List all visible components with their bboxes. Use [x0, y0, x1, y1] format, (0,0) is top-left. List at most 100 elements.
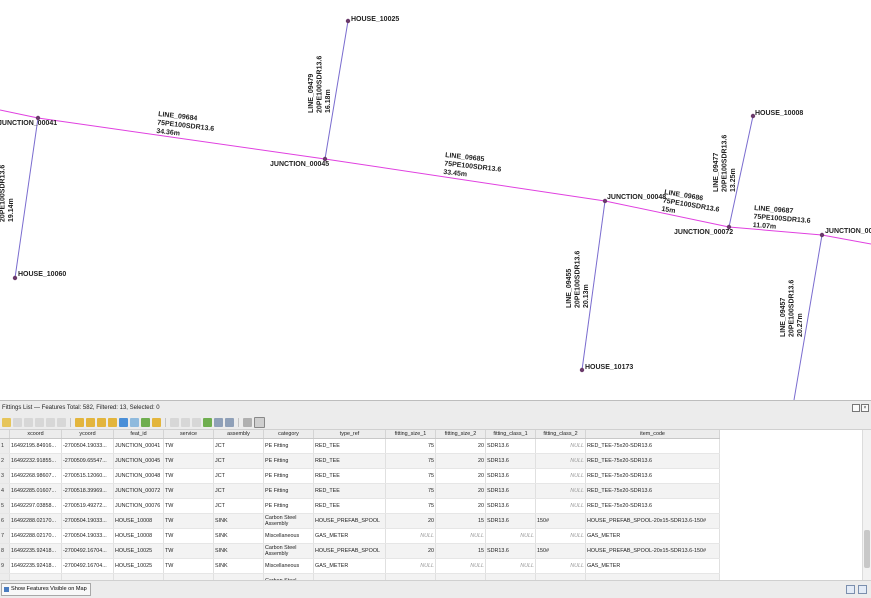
- table-cell[interactable]: Miscellaneous: [263, 528, 314, 544]
- table-cell[interactable]: 15: [435, 543, 486, 559]
- table-cell[interactable]: RED_TEE-75x20-SDR13.6: [585, 453, 720, 469]
- row-number[interactable]: 1: [0, 438, 10, 454]
- table-row[interactable]: 1 16492195.84916... -2700504.19033... JUNCT…: [0, 438, 720, 454]
- row-number[interactable]: 2: [0, 453, 10, 469]
- table-cell[interactable]: TW: [163, 513, 214, 529]
- float-panel-icon[interactable]: [852, 404, 860, 412]
- table-cell[interactable]: 75: [385, 483, 436, 499]
- table-cell[interactable]: GAS_METER: [585, 558, 720, 574]
- table-cell[interactable]: TW: [163, 468, 214, 484]
- table-cell[interactable]: JCT: [213, 438, 264, 454]
- table-cell[interactable]: 16492297.03858...: [9, 498, 62, 514]
- table-cell[interactable]: Carbon Steel Assembly: [263, 543, 314, 559]
- table-cell[interactable]: TW: [163, 483, 214, 499]
- table-cell[interactable]: -2700515.12060...: [61, 468, 114, 484]
- table-cell[interactable]: RED_TEE-75x20-SDR13.6: [585, 483, 720, 499]
- table-row[interactable]: 9 16492235.92418... -2700492.16704... HOUSE…: [0, 558, 720, 574]
- table-cell[interactable]: GAS_METER: [313, 528, 386, 544]
- table-cell[interactable]: PE Fitting: [263, 438, 314, 454]
- table-cell[interactable]: 150#: [535, 543, 586, 559]
- table-cell[interactable]: HOUSE_10025: [113, 543, 164, 559]
- table-cell[interactable]: TW: [163, 558, 214, 574]
- row-number[interactable]: 6: [0, 513, 10, 529]
- table-cell[interactable]: NULL: [385, 558, 436, 574]
- table-cell[interactable]: -2700504.19033...: [61, 438, 114, 454]
- column-header[interactable]: assembly: [213, 430, 264, 439]
- table-cell[interactable]: 20: [435, 453, 486, 469]
- new-field-icon[interactable]: [192, 418, 201, 427]
- table-cell[interactable]: RED_TEE: [313, 483, 386, 499]
- deselect-all-icon[interactable]: [108, 418, 117, 427]
- field-calculator-icon[interactable]: [214, 418, 223, 427]
- table-cell[interactable]: PE Fitting: [263, 483, 314, 499]
- table-cell[interactable]: JUNCTION_00045: [113, 453, 164, 469]
- row-number[interactable]: 3: [0, 468, 10, 484]
- table-cell[interactable]: 16492288.02170...: [9, 513, 62, 529]
- table-cell[interactable]: TW: [163, 528, 214, 544]
- scrollbar-thumb[interactable]: [864, 530, 870, 568]
- table-cell[interactable]: SINK: [213, 513, 264, 529]
- save-edits-icon[interactable]: [24, 418, 33, 427]
- table-cell[interactable]: 16492195.84916...: [9, 438, 62, 454]
- column-header[interactable]: fitting_class_1: [485, 430, 536, 439]
- table-cell[interactable]: HOUSE_10008: [113, 528, 164, 544]
- table-row[interactable]: 5 16492297.03858... -2700519.49272... JUNCT…: [0, 498, 720, 514]
- table-cell[interactable]: RED_TEE-75x20-SDR13.6: [585, 498, 720, 514]
- table-cell[interactable]: 75: [385, 438, 436, 454]
- paste-rows-icon[interactable]: [181, 418, 190, 427]
- table-cell[interactable]: RED_TEE: [313, 453, 386, 469]
- table-cell[interactable]: Miscellaneous: [263, 558, 314, 574]
- table-cell[interactable]: SDR13.6: [485, 543, 536, 559]
- table-cell[interactable]: NULL: [535, 468, 586, 484]
- table-cell[interactable]: SINK: [213, 558, 264, 574]
- table-cell[interactable]: 16492285.01607...: [9, 483, 62, 499]
- table-cell[interactable]: NULL: [535, 558, 586, 574]
- table-cell[interactable]: 16492232.91855...: [9, 453, 62, 469]
- table-cell[interactable]: PE Fitting: [263, 453, 314, 469]
- table-cell[interactable]: JUNCTION_00048: [113, 468, 164, 484]
- table-cell[interactable]: SDR13.6: [485, 453, 536, 469]
- table-cell[interactable]: -2700504.19033...: [61, 513, 114, 529]
- table-cell[interactable]: JUNCTION_00041: [113, 438, 164, 454]
- table-cell[interactable]: NULL: [485, 528, 536, 544]
- table-cell[interactable]: RED_TEE: [313, 498, 386, 514]
- table-cell[interactable]: JCT: [213, 483, 264, 499]
- table-cell[interactable]: 75: [385, 468, 436, 484]
- table-cell[interactable]: SINK: [213, 543, 264, 559]
- map-canvas[interactable]: JUNCTION_00041 JUNCTION_00045 JUNCTION_000…: [0, 0, 871, 401]
- table-cell[interactable]: HOUSE_PREFAB_SPOOL: [313, 513, 386, 529]
- table-cell[interactable]: -2700519.49272...: [61, 498, 114, 514]
- column-header[interactable]: fitting_size_1: [385, 430, 436, 439]
- table-cell[interactable]: SDR13.6: [485, 468, 536, 484]
- table-cell[interactable]: -2700504.19033...: [61, 528, 114, 544]
- table-cell[interactable]: RED_TEE: [313, 468, 386, 484]
- column-header[interactable]: type_ref: [313, 430, 386, 439]
- column-header[interactable]: category: [263, 430, 314, 439]
- row-number[interactable]: 8: [0, 543, 10, 559]
- table-cell[interactable]: 75: [385, 453, 436, 469]
- table-cell[interactable]: SDR13.6: [485, 483, 536, 499]
- column-header[interactable]: service: [163, 430, 214, 439]
- table-cell[interactable]: RED_TEE-75x20-SDR13.6: [585, 468, 720, 484]
- main-pipe-line[interactable]: [821, 234, 871, 245]
- table-cell[interactable]: 20: [435, 468, 486, 484]
- house-node[interactable]: [12, 275, 18, 281]
- filter-icon[interactable]: [119, 418, 128, 427]
- table-cell[interactable]: GAS_METER: [313, 558, 386, 574]
- table-cell[interactable]: SDR13.6: [485, 438, 536, 454]
- column-header[interactable]: xcoord: [9, 430, 62, 439]
- column-header[interactable]: fitting_size_2: [435, 430, 486, 439]
- table-cell[interactable]: 16492235.92418...: [9, 558, 62, 574]
- select-expression-icon[interactable]: [75, 418, 84, 427]
- table-cell[interactable]: SDR13.6: [485, 513, 536, 529]
- table-cell[interactable]: HOUSE_10008: [113, 513, 164, 529]
- table-view-icon[interactable]: [846, 585, 855, 594]
- vertical-scrollbar[interactable]: [862, 430, 871, 580]
- table-cell[interactable]: NULL: [435, 528, 486, 544]
- conditional-format-icon[interactable]: [225, 418, 234, 427]
- table-cell[interactable]: NULL: [535, 498, 586, 514]
- table-row[interactable]: 6 16492288.02170... -2700504.19033... HOUSE…: [0, 513, 720, 529]
- table-cell[interactable]: PE Fitting: [263, 498, 314, 514]
- table-cell[interactable]: NULL: [485, 558, 536, 574]
- table-cell[interactable]: 20: [435, 438, 486, 454]
